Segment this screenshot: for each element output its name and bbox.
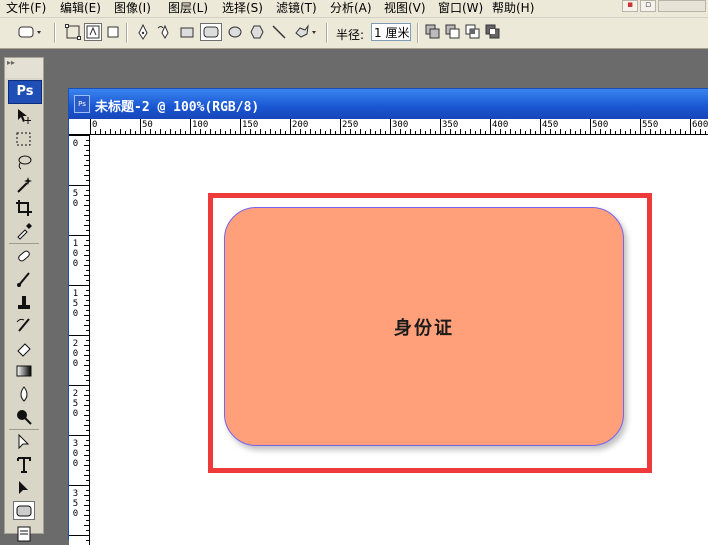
crop-tool-icon[interactable] (13, 198, 35, 217)
ruler-label: 300 (392, 120, 409, 130)
ruler-label: 350 (72, 489, 79, 519)
id-card-shape[interactable]: 身份证 (224, 207, 624, 446)
line-tool-icon[interactable] (270, 23, 288, 41)
dodge-tool-icon[interactable] (13, 407, 35, 426)
ps-logo[interactable]: Ps (8, 80, 42, 104)
ruler-label: 150 (242, 120, 259, 130)
menu-window[interactable]: 窗口(W) (438, 1, 483, 15)
ruler-label: 100 (192, 120, 209, 130)
document-title: 未标题-2 @ 100%(RGB/8) (95, 100, 260, 115)
pen-tool-icon[interactable] (134, 23, 152, 41)
rounded-rectangle-shape-icon[interactable] (13, 501, 35, 520)
toolbox-header[interactable]: ▸▸ (5, 58, 43, 78)
gradient-tool-icon[interactable] (13, 361, 35, 380)
menu-layer[interactable]: 图层(L) (168, 1, 208, 15)
options-bar: 半径: 1 厘米 (0, 18, 708, 49)
ruler-label: 400 (492, 120, 509, 130)
radius-input[interactable]: 1 厘米 (371, 23, 411, 41)
canvas[interactable]: 身份证 (90, 135, 708, 545)
document-window: Ps 未标题-2 @ 100%(RGB/8) 0 50 100 150 200 … (68, 88, 708, 545)
separator (126, 23, 128, 43)
separator (54, 23, 56, 43)
menu-analysis[interactable]: 分析(A) (330, 1, 372, 15)
collapse-arrows-icon[interactable]: ▸▸ (7, 58, 15, 67)
ruler-label: 350 (442, 120, 459, 130)
separator (9, 243, 39, 244)
ruler-label: 200 (72, 339, 79, 369)
menu-select[interactable]: 选择(S) (222, 1, 263, 15)
polygon-tool-icon[interactable] (248, 23, 266, 41)
ruler-label: 600 (692, 120, 708, 130)
card-title: 身份证 (394, 317, 454, 339)
lasso-tool-icon[interactable] (13, 152, 35, 171)
paths-icon[interactable] (84, 23, 102, 41)
separator (326, 23, 328, 43)
brush-tool-icon[interactable] (13, 269, 35, 288)
add-to-path-icon[interactable] (424, 23, 442, 41)
rounded-rectangle-tool-icon[interactable] (200, 23, 222, 41)
ruler-label: 450 (542, 120, 559, 130)
menu-edit[interactable]: 编辑(E) (60, 1, 101, 15)
ellipse-tool-icon[interactable] (226, 23, 244, 41)
minimize-icon[interactable]: ▪ (622, 0, 638, 12)
fill-pixels-icon[interactable] (104, 23, 122, 41)
ruler-label: 200 (292, 120, 309, 130)
window-controls (658, 0, 706, 12)
type-tool-icon[interactable] (13, 455, 35, 474)
marquee-tool-icon[interactable] (13, 129, 35, 148)
notes-tool-icon[interactable] (13, 524, 35, 543)
clone-stamp-icon[interactable] (13, 292, 35, 311)
exclude-path-icon[interactable] (484, 23, 502, 41)
healing-brush-icon[interactable] (13, 246, 35, 265)
menu-view[interactable]: 视图(V) (384, 1, 426, 15)
freeform-pen-icon[interactable] (156, 23, 174, 41)
tool-preset-picker[interactable] (16, 23, 46, 41)
ps-document-icon: Ps (74, 95, 90, 113)
subtract-path-icon[interactable] (444, 23, 462, 41)
rectangle-tool-icon[interactable] (178, 23, 196, 41)
separator (417, 23, 419, 43)
vertical-ruler[interactable]: 0 50 100 150 200 250 300 350 (69, 135, 90, 545)
direct-selection-icon[interactable] (13, 478, 35, 497)
ruler-label: 250 (342, 120, 359, 130)
restore-icon[interactable]: ▫ (640, 0, 656, 12)
horizontal-ruler[interactable]: 0 50 100 150 200 250 300 350 400 450 500… (89, 119, 708, 135)
ruler-label: 550 (642, 120, 659, 130)
toolbox: ▸▸ Ps (4, 57, 44, 541)
menu-filter[interactable]: 滤镜(T) (276, 1, 317, 15)
ruler-label: 100 (72, 239, 79, 269)
radius-label: 半径: (336, 28, 365, 42)
move-tool-icon[interactable] (13, 106, 35, 125)
ruler-label: 0 (92, 120, 98, 130)
custom-shape-tool-icon[interactable] (292, 23, 320, 41)
magic-wand-icon[interactable] (13, 175, 35, 194)
intersect-path-icon[interactable] (464, 23, 482, 41)
ruler-label: 50 (72, 189, 79, 209)
history-brush-icon[interactable] (13, 315, 35, 334)
separator (9, 429, 39, 430)
menu-help[interactable]: 帮助(H) (492, 1, 534, 15)
menu-bar: 文件(F) 编辑(E) 图像(I) 图层(L) 选择(S) 滤镜(T) 分析(A… (0, 0, 708, 18)
ruler-label: 50 (142, 120, 153, 130)
ruler-label: 500 (592, 120, 609, 130)
document-titlebar[interactable]: Ps 未标题-2 @ 100%(RGB/8) (69, 89, 708, 119)
eyedropper-icon[interactable] (13, 221, 35, 240)
eraser-tool-icon[interactable] (13, 338, 35, 357)
menu-file[interactable]: 文件(F) (6, 1, 46, 15)
ruler-origin[interactable] (69, 119, 90, 135)
shape-layers-icon[interactable] (64, 23, 82, 41)
ruler-label: 250 (72, 389, 79, 419)
menu-image[interactable]: 图像(I) (114, 1, 151, 15)
ruler-label: 150 (72, 289, 79, 319)
ruler-label: 0 (72, 139, 79, 149)
path-selection-icon[interactable] (13, 432, 35, 451)
ruler-label: 300 (72, 439, 79, 469)
blur-tool-icon[interactable] (13, 384, 35, 403)
